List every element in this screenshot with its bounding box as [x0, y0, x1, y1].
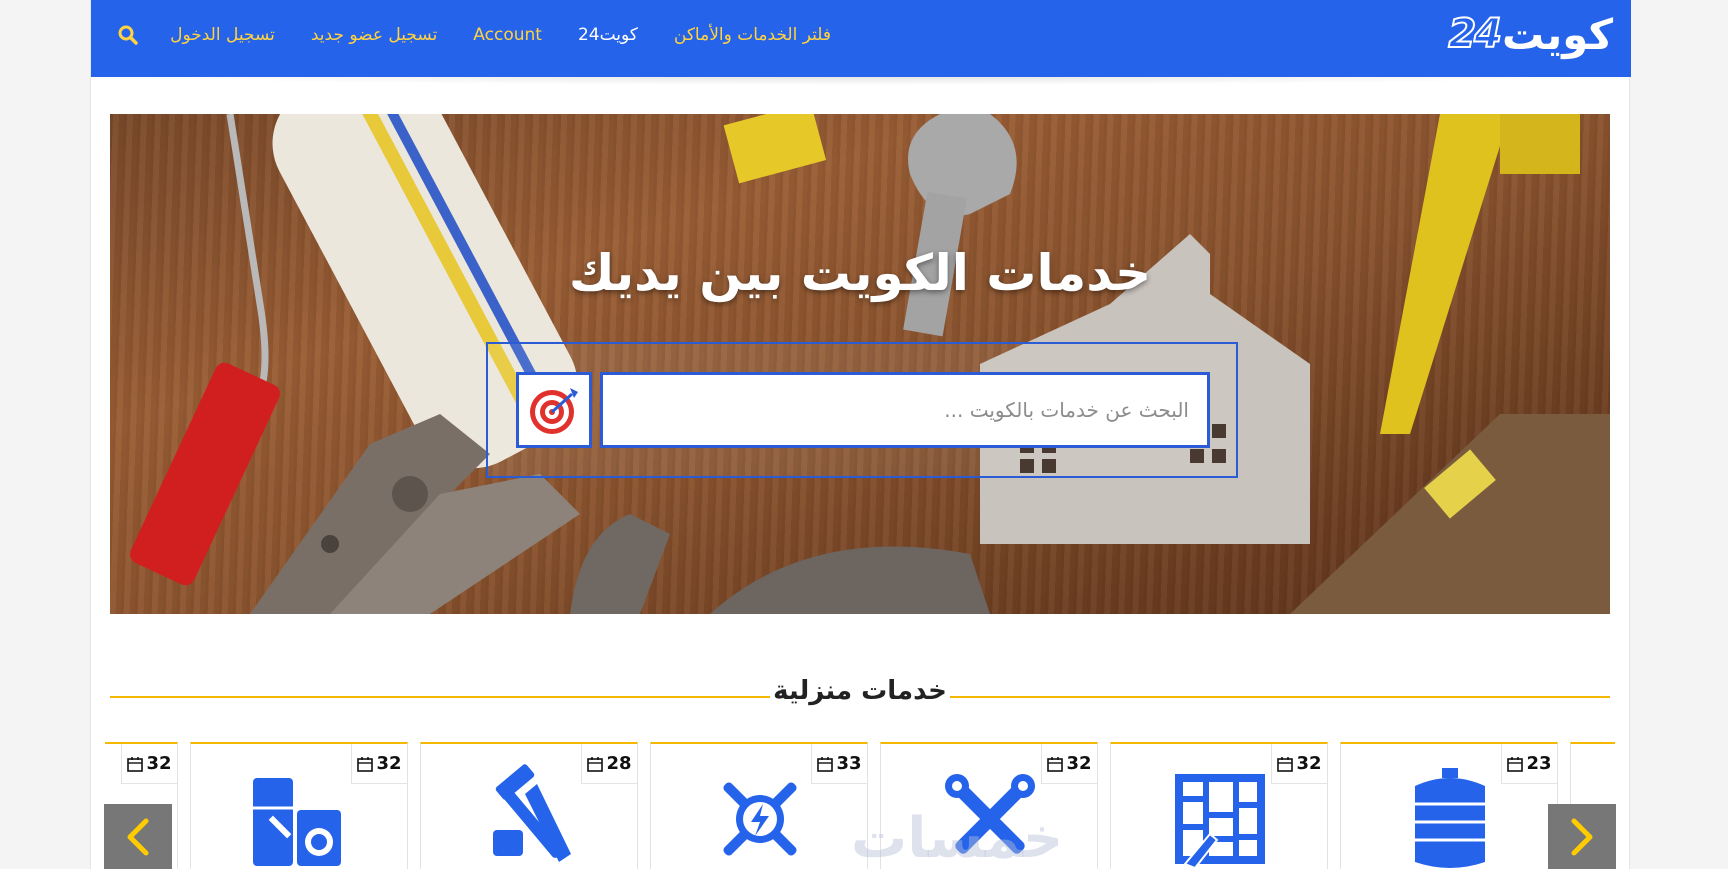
hero-title: خدمات الكويت بين يديك [568, 244, 1152, 302]
calendar-icon [1047, 756, 1064, 772]
service-card[interactable]: 23 [1340, 742, 1558, 869]
target-icon [530, 388, 578, 434]
search-input[interactable] [600, 372, 1210, 448]
page-container: 24 كويت فلتر الخدمات والأماكن كويت24 Acc… [90, 0, 1631, 869]
calendar-icon [817, 756, 834, 772]
nav-home[interactable]: كويت24 [578, 25, 638, 45]
main-nav: فلتر الخدمات والأماكن كويت24 Account تسج… [170, 0, 831, 70]
service-count: 28 [606, 753, 632, 774]
site-logo[interactable]: 24 كويت [1447, 6, 1613, 62]
carousel-prev-button[interactable] [104, 804, 172, 869]
service-count-badge: 33 [811, 744, 867, 784]
appliance-repair-icon [253, 778, 341, 866]
watermark: خمسات [851, 806, 1064, 869]
nav-login[interactable]: تسجيل الدخول [170, 25, 275, 45]
search-submit-button[interactable] [516, 372, 592, 448]
water-tank-icon [1415, 768, 1485, 868]
service-card[interactable]: 32 [1110, 742, 1328, 869]
nav-filter[interactable]: فلتر الخدمات والأماكن [674, 25, 831, 45]
service-card[interactable]: 32 [190, 742, 408, 869]
service-count-badge: 32 [121, 744, 177, 784]
chevron-right-icon [1571, 818, 1593, 855]
chevron-left-icon [127, 818, 149, 855]
section-header: خدمات منزلية [110, 676, 1610, 716]
nav-account[interactable]: Account [473, 25, 542, 45]
service-count-badge: 32 [1271, 744, 1327, 784]
floor-tiles-icon [1175, 774, 1265, 869]
calendar-icon [1277, 756, 1294, 772]
search-icon[interactable] [117, 24, 139, 46]
hero-banner: خدمات الكويت بين يديك [110, 114, 1610, 614]
service-count: 32 [1066, 753, 1092, 774]
section-title: خدمات منزلية [773, 676, 947, 706]
nav-register[interactable]: تسجيل عضو جديد [311, 25, 437, 45]
electric-tools-icon [723, 782, 797, 856]
service-count: 33 [836, 753, 862, 774]
navbar-shadow [131, 77, 1591, 85]
service-count-badge: 23 [1501, 744, 1557, 784]
top-navbar: 24 كويت فلتر الخدمات والأماكن كويت24 Acc… [91, 0, 1631, 77]
service-count-badge: 28 [581, 744, 637, 784]
service-card[interactable]: 33 [650, 742, 868, 869]
calendar-icon [127, 756, 144, 772]
service-count-badge: 32 [351, 744, 407, 784]
calendar-icon [1507, 756, 1524, 772]
calendar-icon [587, 756, 604, 772]
service-card[interactable]: 28 [420, 742, 638, 869]
calendar-icon [357, 756, 374, 772]
service-count: 32 [1296, 753, 1322, 774]
logo-text: كويت [1502, 9, 1613, 59]
service-count-badge: 32 [1041, 744, 1097, 784]
service-count: 32 [376, 753, 402, 774]
carousel-next-button[interactable] [1548, 804, 1616, 869]
carpentry-tools-icon [493, 764, 571, 862]
service-count: 23 [1526, 753, 1552, 774]
logo-digits: 24 [1447, 10, 1503, 58]
service-count: 32 [146, 753, 172, 774]
search-panel [486, 342, 1238, 478]
